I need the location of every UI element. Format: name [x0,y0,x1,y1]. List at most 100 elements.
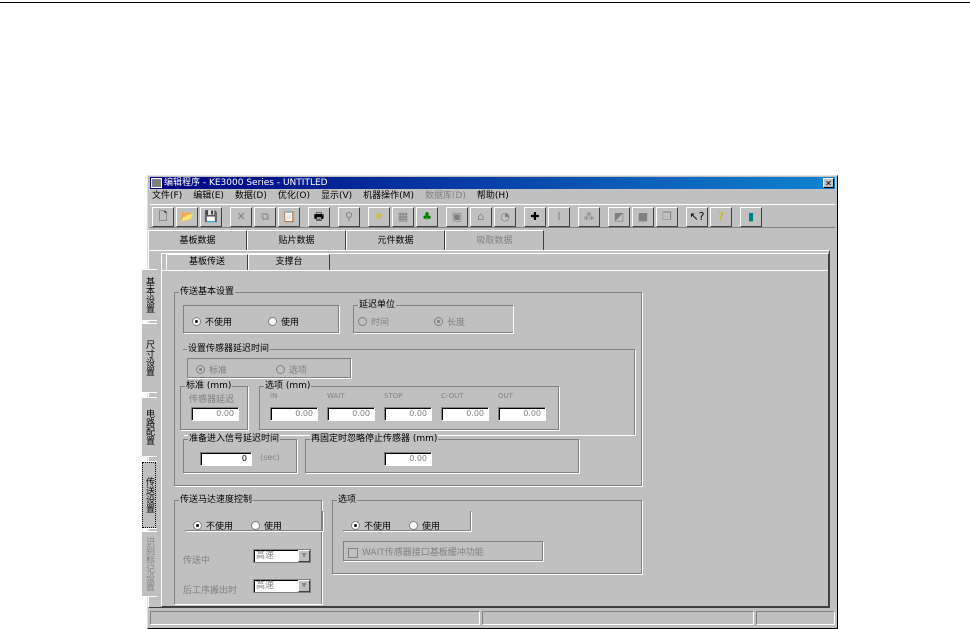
standard-group: 标准 (mm) 传感器延迟 0.00 [180,380,248,430]
radio-motor-off[interactable]: 不使用 [193,519,233,532]
radio-transfer-on[interactable]: 使用 [268,315,299,328]
nozzle-icon: ◔ [500,210,510,223]
print-button[interactable]: 🖶 [308,207,330,227]
ignore-stop-field[interactable]: 0.00 [384,452,432,466]
optimize-icon: ☀ [374,210,384,223]
nozzle-button[interactable]: ◔ [494,207,516,227]
side-tab[interactable]: 传送设置 [141,461,157,529]
menu-item[interactable]: 帮助(H) [477,190,509,202]
feeder-button[interactable]: ⌂ [470,207,492,227]
view-button[interactable]: ⁂ [578,207,600,227]
radio-option[interactable]: 选项 [276,363,307,376]
new-button[interactable]: 🗋 [152,207,174,227]
radio-options-off[interactable]: 不使用 [351,519,391,532]
radio-standard[interactable]: 标准 [196,363,227,376]
ready-delay-group: 准备进入信号延迟时间 0 (sec) [183,433,297,473]
copy-button[interactable]: ⧉ [254,207,276,227]
status-pane [756,611,835,625]
checkbox-icon [348,547,358,558]
motor-use-group: 不使用 使用 [185,511,323,532]
menu-item[interactable]: 编辑(E) [193,190,224,202]
find-button[interactable]: ⚲ [338,207,360,227]
radio-motor-on[interactable]: 使用 [251,519,282,532]
paste-button[interactable]: 📋 [278,207,300,227]
transfer-icon: ◩ [613,210,625,223]
tab-panel: 基本设置 尺寸设置 电路配置 传送设置 识别标记设置 基板传送 支撑台 传送基本设置 不… [141,250,830,608]
option-group: 选项 (mm) IN 0.00 WAIT 0.00 STOP 0.00 C-OUT 0.00 O… [259,380,559,430]
open-icon: 📂 [180,210,194,223]
board-icon: ▦ [397,210,409,223]
sensor-delay-group: 设置传感器延迟时间 标准 选项 标准 (mm) 传感器延迟 0.00 选项 (m… [180,343,635,435]
align-button[interactable]: Ⅰ [548,207,570,227]
app-icon [151,178,162,188]
help-button[interactable]: ? [710,207,732,227]
status-bar [150,611,835,627]
tab-main[interactable]: 贴片数据 [247,230,346,250]
radio-transfer-off[interactable]: 不使用 [192,315,232,328]
option-field-label: C-OUT [441,392,464,400]
main-tabs: 基板数据 贴片数据 元件数据 吸取数据 [148,230,837,251]
option-field-label: IN [270,392,278,400]
radio-options-on[interactable]: 使用 [409,519,440,532]
option-field-input[interactable]: 0.00 [327,407,375,421]
menu-item[interactable]: 机器操作(M) [363,190,414,202]
help-icon: ? [718,210,724,223]
transfer-use-group: 不使用 使用 [183,305,339,333]
chevron-down-icon: ▼ [298,580,310,592]
ready-delay-field[interactable]: 0 [200,452,252,466]
outflow-speed-select[interactable]: 高速 ▼ [253,579,311,593]
side-tab[interactable]: 基本设置 [141,269,157,321]
side-tab[interactable]: 尺寸设置 [141,323,157,393]
option-field-input[interactable]: 0.00 [384,407,432,421]
side-tab[interactable]: 识别标记设置 [141,531,157,597]
option-field-input[interactable]: 0.00 [441,407,489,421]
subtab-board-transfer[interactable]: 基板传送 [166,254,248,271]
print-icon: 🖶 [313,210,325,223]
parts-button[interactable]: ♣ [416,207,438,227]
save-button[interactable]: 💾 [200,207,222,227]
align-icon: Ⅰ [557,210,561,223]
delay-unit-group: 延迟单位 时间 长度 [353,299,513,333]
feeder-icon: ⌂ [477,210,485,223]
new-icon: 🗋 [158,210,168,223]
radio-delay-time[interactable]: 时间 [358,315,389,328]
option-field-input[interactable]: 0.00 [270,407,318,421]
optimize-button[interactable]: ☀ [368,207,390,227]
exit-icon: ▮ [747,210,755,223]
open-button[interactable]: 📂 [176,207,198,227]
status-pane [150,611,480,625]
motor-speed-group: 传送马达速度控制 不使用 使用 传送中 高速 ▼ 后工序搬出时 高速 ▼ [174,494,323,604]
tab-main[interactable]: 吸取数据 [445,230,544,250]
option-field-label: OUT [498,392,513,400]
menu-bar: 文件(F) 编辑(E) 数据(D) 优化(O) 显示(V) 机器操作(M) 数据库(D) 帮助… [150,190,835,202]
status-pane [482,611,754,625]
option-field-input[interactable]: 0.00 [498,407,546,421]
cut-button[interactable]: ✕ [230,207,252,227]
menu-item[interactable]: 数据库(D) [425,190,466,202]
menu-item[interactable]: 数据(D) [235,190,267,202]
window-icon: ■ [637,210,649,223]
radio-delay-length[interactable]: 长度 [434,315,465,328]
transfer-button[interactable]: ◩ [608,207,630,227]
side-tab[interactable]: 电路配置 [141,397,157,457]
machine-icon: ✚ [530,210,540,223]
menu-item[interactable]: 文件(F) [152,190,182,202]
subtab-support-table[interactable]: 支撑台 [248,254,330,270]
conveying-speed-select[interactable]: 高速 ▼ [253,549,311,563]
board-button[interactable]: ▦ [392,207,414,227]
wait-buffer-checkbox[interactable]: WAIT传感器接口基板缓冲功能 [343,541,543,561]
tab-main[interactable]: 基板数据 [148,230,247,251]
sensor-delay-field[interactable]: 0.00 [191,407,239,421]
context-help-button[interactable]: ↖? [686,207,708,227]
exit-button[interactable]: ▮ [740,207,762,227]
machine-button[interactable]: ✚ [524,207,546,227]
close-button[interactable]: ✕ [823,178,834,188]
tab-main[interactable]: 元件数据 [346,230,445,250]
menu-item[interactable]: 优化(O) [278,190,310,202]
view-icon: ⁂ [583,210,595,223]
cascade-button[interactable]: ❐ [656,207,678,227]
window-button[interactable]: ■ [632,207,654,227]
top-divider [0,2,970,3]
mark-button[interactable]: ▣ [446,207,468,227]
menu-item[interactable]: 显示(V) [321,190,352,202]
